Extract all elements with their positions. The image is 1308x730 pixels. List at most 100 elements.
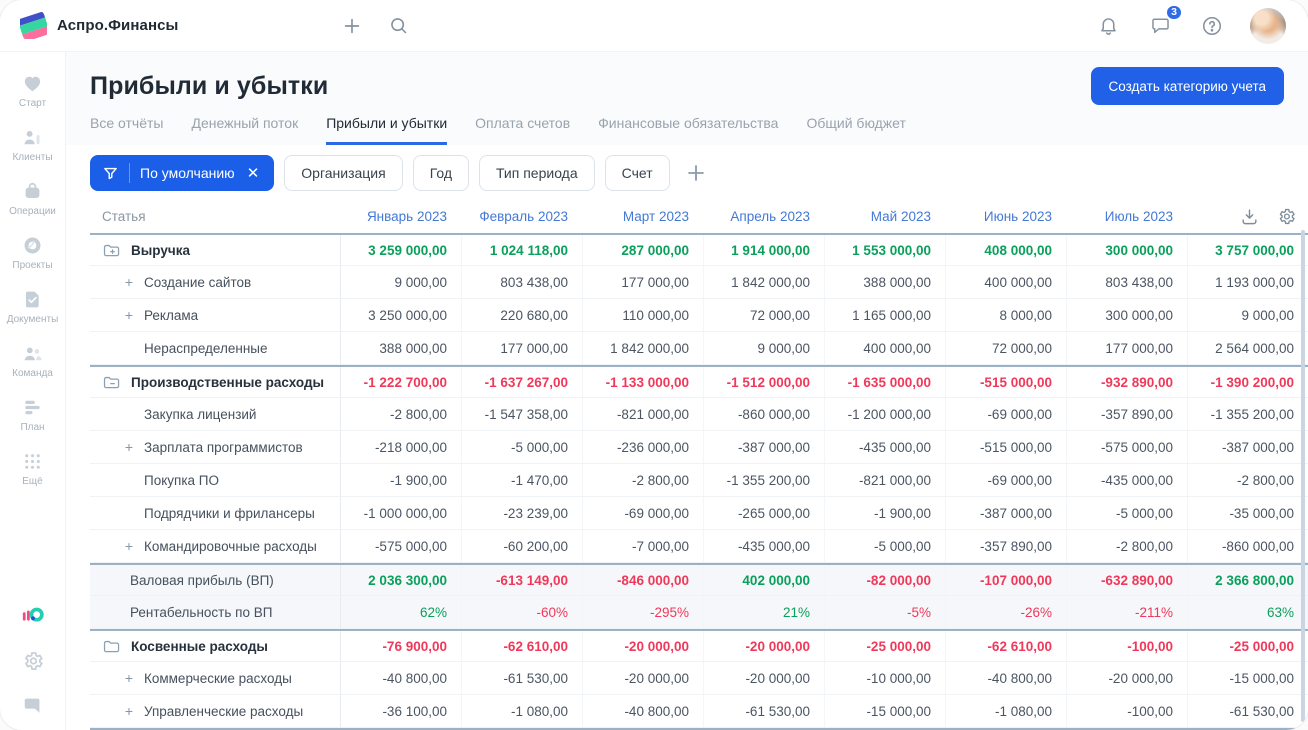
filter-chip-year[interactable]: Год [412, 155, 469, 191]
value-cell: -357 890,00 [1066, 398, 1187, 430]
table-row[interactable]: Валовая прибыль (ВП) 2 036 300,00 -613 149… [90, 563, 1308, 596]
value-cell: -40 800,00 [340, 662, 461, 694]
value-cell: -435 000,00 [824, 431, 945, 463]
table-row[interactable]: +Покупка ПО-1 900,00-1 470,00-2 800,00-1… [90, 464, 1308, 497]
column-header-month[interactable]: Февраль 2023 [461, 209, 582, 224]
sidebar-item-documents[interactable]: Документы [7, 280, 58, 334]
expand-icon[interactable]: + [122, 307, 136, 323]
tab-liabilities[interactable]: Финансовые обязательства [598, 115, 778, 145]
column-header-month[interactable]: Апрель 2023 [703, 209, 824, 224]
sidebar-item-label: Клиенты [12, 152, 53, 163]
value-cell: -60% [461, 596, 582, 628]
settings-icon[interactable] [22, 650, 44, 672]
active-filter-chip[interactable]: По умолчанию ✕ [90, 155, 275, 191]
table-row[interactable]: +Нераспределенные388 000,00177 000,001 8… [90, 332, 1308, 365]
column-header-month[interactable]: Март 2023 [582, 209, 703, 224]
value-cell: 110 000,00 [582, 299, 703, 331]
tab-cash-flow[interactable]: Денежный поток [191, 115, 298, 145]
bag-icon [21, 180, 44, 203]
table-row[interactable]: Выручка 3 259 000,00 1 024 118,00 287 000,0… [90, 233, 1308, 266]
app-name: Аспро.Финансы [57, 17, 179, 34]
value-cell: -107 000,00 [945, 565, 1066, 595]
row-label: Зарплата программистов [144, 439, 303, 455]
help-button[interactable] [1198, 12, 1226, 40]
bars-icon [21, 396, 44, 419]
value-cell: -7 000,00 [582, 530, 703, 562]
value-cell: -1 080,00 [945, 695, 1066, 727]
value-cell: -435 000,00 [703, 530, 824, 562]
table-row[interactable]: Производственные расходы -1 222 700,00 -1 … [90, 365, 1308, 398]
clear-filter-icon[interactable]: ✕ [245, 164, 262, 183]
tab-pnl[interactable]: Прибыли и убытки [326, 115, 448, 145]
row-label: Покупка ПО [144, 472, 219, 488]
column-header-month[interactable]: Июль 2023 [1066, 209, 1187, 224]
notifications-button[interactable] [1094, 12, 1122, 40]
expand-icon[interactable]: + [122, 439, 136, 455]
sidebar-item-projects[interactable]: Проекты [7, 226, 59, 280]
value-cell: -515 000,00 [945, 367, 1066, 397]
sidebar-item-label: Ещё [22, 476, 43, 487]
filter-chip-account[interactable]: Счет [604, 155, 670, 191]
sidebar-item-label: Операции [9, 206, 56, 217]
table-row[interactable]: +Подрядчики и фрилансеры-1 000 000,00-23… [90, 497, 1308, 530]
sidebar-item-more[interactable]: Ещё [7, 442, 59, 496]
main-content: Прибыли и убытки Создать категорию учета… [66, 52, 1308, 730]
sidebar-item-clients[interactable]: Клиенты [7, 118, 59, 172]
tab-budget[interactable]: Общий бюджет [806, 115, 905, 145]
table-row[interactable]: Косвенные расходы -76 900,00 -62 610,00 -20… [90, 629, 1308, 662]
filter-funnel-icon [102, 165, 119, 182]
value-cell: -387 000,00 [703, 431, 824, 463]
table-row[interactable]: +Закупка лицензий-2 800,00-1 547 358,00-… [90, 398, 1308, 431]
add-filter-button[interactable] [684, 161, 708, 185]
search-button[interactable] [384, 12, 412, 40]
quick-add-button[interactable] [338, 12, 366, 40]
value-cell: 3 259 000,00 [340, 235, 461, 265]
table-row[interactable]: + Зарплата программистов -218 000,00 -5 000… [90, 431, 1308, 464]
tab-all-reports[interactable]: Все отчёты [90, 115, 163, 145]
sidebar-item-team[interactable]: Команда [7, 334, 59, 388]
table-settings-gear-icon[interactable] [1277, 207, 1296, 226]
page-head: Прибыли и убытки Создать категорию учета… [66, 52, 1308, 145]
expand-icon[interactable]: + [122, 670, 136, 686]
column-header-month[interactable]: Май 2023 [824, 209, 945, 224]
table-row[interactable]: + Коммерческие расходы -40 800,00 -61 530,0… [90, 662, 1308, 695]
sidebar-item-start[interactable]: Старт [7, 64, 59, 118]
table-row[interactable]: + Создание сайтов 9 000,00 803 438,00 177 00… [90, 266, 1308, 299]
table-row[interactable]: + Управленческие расходы -36 100,00 -1 080,… [90, 695, 1308, 728]
create-category-button[interactable]: Создать категорию учета [1090, 67, 1284, 105]
value-cell: 62% [340, 596, 461, 628]
download-icon[interactable] [1240, 207, 1259, 226]
folder-plus-icon[interactable] [102, 242, 121, 259]
filter-chip-period-type[interactable]: Тип периода [479, 155, 595, 191]
value-cell: -821 000,00 [824, 464, 945, 496]
value-cell: -1 222 700,00 [340, 367, 461, 397]
expand-icon[interactable]: + [122, 703, 136, 719]
expand-icon[interactable]: + [122, 538, 136, 554]
value-cell: -60 200,00 [461, 530, 582, 562]
column-header-month[interactable]: Январь 2023 [340, 209, 461, 224]
filter-chip-organization[interactable]: Организация [284, 155, 403, 191]
table-row[interactable]: Рентабельность по ВП 62% -60% -295% 21% -5% -2… [90, 596, 1308, 629]
support-chat-icon[interactable] [22, 694, 44, 716]
value-cell: 400 000,00 [824, 332, 945, 364]
table-row[interactable]: + Командировочные расходы -575 000,00 -60 2… [90, 530, 1308, 563]
sidebar-item-operations[interactable]: Операции [7, 172, 59, 226]
value-cell: -61 530,00 [461, 662, 582, 694]
folder-icon[interactable] [102, 638, 121, 655]
user-avatar[interactable] [1250, 7, 1286, 44]
value-cell: 177 000,00 [1066, 332, 1187, 364]
brand-mark-icon[interactable] [21, 604, 45, 628]
tab-bills[interactable]: Оплата счетов [475, 115, 570, 145]
value-cell: 177 000,00 [461, 332, 582, 364]
page-title: Прибыли и убытки [90, 71, 329, 100]
folder-minus-icon[interactable] [102, 374, 121, 391]
expand-icon[interactable]: + [122, 274, 136, 290]
vertical-scrollbar[interactable] [1301, 230, 1305, 722]
table-row[interactable]: + Реклама 3 250 000,00 220 680,00 110 000,00… [90, 299, 1308, 332]
sidebar-item-plan[interactable]: План [7, 388, 59, 442]
value-cell: -2 800,00 [1187, 464, 1308, 496]
row-label: Выручка [131, 242, 190, 258]
value-cell: -1 390 200,00 [1187, 367, 1308, 397]
value-cell: -25 000,00 [824, 631, 945, 661]
column-header-month[interactable]: Июнь 2023 [945, 209, 1066, 224]
